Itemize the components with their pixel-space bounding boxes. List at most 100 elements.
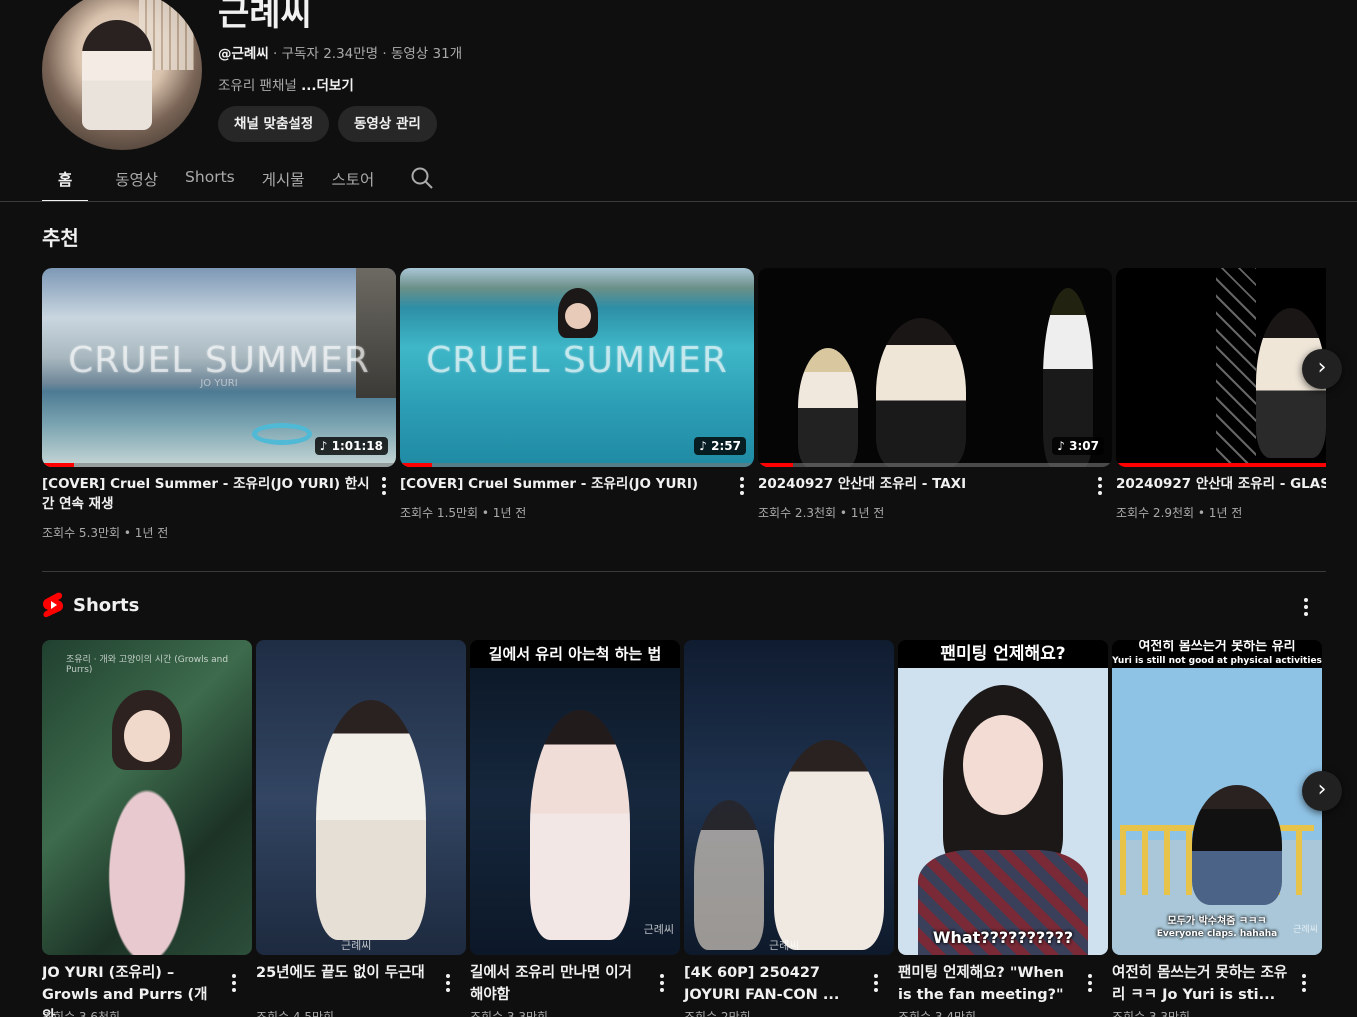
shorts-header: Shorts (42, 592, 139, 618)
short-top-caption: 길에서 유리 아는척 하는 법 (470, 640, 680, 668)
more-link[interactable]: ...더보기 (301, 78, 354, 94)
video-title[interactable]: [COVER] Cruel Summer - 조유리(JO YURI) 한시간 … (42, 474, 372, 514)
shorts-more-options-icon[interactable] (1303, 598, 1309, 616)
video-card[interactable]: CRUEL SUMMER JO YURI ♪ 1:01:18 [COVER] C… (42, 268, 398, 540)
channel-meta: @근례씨 · 구독자 2.34만명 · 동영상 31개 (218, 42, 462, 62)
dancer-figure (798, 348, 858, 467)
more-options-icon[interactable] (739, 477, 745, 495)
short-card[interactable]: 조유리 · 개와 고양이의 시간 (Growls and Purrs) JO Y… (42, 640, 252, 1017)
person-face (565, 303, 591, 329)
more-options-icon[interactable] (1301, 974, 1307, 992)
tab-home[interactable]: 홈 (42, 158, 89, 202)
duration-badge: ♪ 2:57 (694, 437, 746, 455)
manage-videos-button[interactable]: 동영상 관리 (338, 106, 437, 142)
thumbnail-overlay-text: CRUEL SUMMER (426, 340, 728, 381)
watch-progress-fill (42, 463, 74, 467)
video-thumbnail[interactable]: ♪ 3:07 (758, 268, 1112, 467)
watch-progress-fill (758, 463, 794, 467)
video-thumbnail[interactable]: CRUEL SUMMER JO YURI ♪ 1:01:18 (42, 268, 396, 467)
short-thumbnail[interactable]: 팬미팅 언제해요? What?????????? (898, 640, 1108, 955)
more-options-icon[interactable] (873, 974, 879, 992)
duration-text: 1:01:18 (331, 439, 383, 453)
short-thumbnail[interactable]: 근례씨 (256, 640, 466, 955)
duration-text: 2:57 (711, 439, 741, 453)
tab-shorts[interactable]: Shorts (185, 158, 235, 202)
short-title[interactable]: 여전히 몸쓰는거 못하는 조유리 ㅋㅋ Jo Yuri is sti... (1112, 962, 1292, 1006)
video-meta: 조회수 1.5만회 • 1년 전 (400, 506, 527, 520)
short-card[interactable]: 팬미팅 언제해요? What?????????? 팬미팅 언제해요? "When… (898, 640, 1108, 1017)
video-card[interactable]: CRUEL SUMMER ♪ 2:57 [COVER] Cruel Summer… (400, 268, 756, 520)
shorts-row: 조유리 · 개와 고양이의 시간 (Growls and Purrs) JO Y… (42, 640, 1326, 1017)
short-title[interactable]: 길에서 조유리 만나면 이거 해야함 (470, 962, 650, 1006)
tab-videos[interactable]: 동영상 (115, 158, 158, 202)
shorts-logo-icon (43, 592, 63, 618)
more-options-icon[interactable] (659, 974, 665, 992)
short-bottom-caption-sub: Everyone claps. hahaha (1156, 929, 1278, 939)
video-thumbnail[interactable]: CRUEL SUMMER ♪ 2:57 (400, 268, 754, 467)
watch-progress-fill (400, 463, 432, 467)
duration-text: 3:07 (1069, 439, 1099, 453)
video-meta: 조회수 2.9천회 • 1년 전 (1116, 506, 1243, 520)
person-face (963, 715, 1043, 815)
tab-store[interactable]: 스토어 (332, 158, 375, 202)
channel-description-text: 조유리 팬채널 (218, 78, 302, 94)
short-watermark: 근례씨 (341, 939, 372, 952)
avatar-figure (82, 20, 152, 130)
short-title[interactable]: 팬미팅 언제해요? "When is the fan meeting?" (898, 962, 1078, 1006)
thumbnail-overlay-subtext: JO YURI (200, 378, 238, 389)
short-card[interactable]: 여전히 몸쓰는거 못하는 유리 Yuri is still not good a… (1112, 640, 1322, 1017)
channel-description[interactable]: 조유리 팬채널 ...더보기 (218, 74, 354, 94)
video-title[interactable]: [COVER] Cruel Summer - 조유리(JO YURI) (400, 474, 730, 494)
video-thumbnail[interactable] (1116, 268, 1326, 467)
video-card[interactable]: ♪ 3:07 20240927 안산대 조유리 - TAXI 조회수 2.3천회… (758, 268, 1114, 520)
short-card[interactable]: 근례씨 [4K 60P] 250427 JOYURI FAN-CON ... 조… (684, 640, 894, 1017)
short-thumbnail[interactable]: 근례씨 (684, 640, 894, 955)
short-thumbnail[interactable]: 여전히 몸쓰는거 못하는 유리 Yuri is still not good a… (1112, 640, 1322, 955)
shorts-next-arrow-button[interactable]: › (1302, 771, 1342, 811)
short-bottom-caption: 모두가 박수쳐줌 ㅋㅋㅋ (1167, 916, 1267, 927)
more-options-icon[interactable] (381, 477, 387, 495)
recommended-row: CRUEL SUMMER JO YURI ♪ 1:01:18 [COVER] C… (42, 268, 1326, 558)
video-title[interactable]: 20240927 안산대 조유리 - TAXI (758, 474, 1088, 494)
short-top-caption: 여전히 몸쓰는거 못하는 유리 Yuri is still not good a… (1112, 640, 1322, 668)
person-figure (1192, 785, 1282, 905)
tabs-divider (0, 201, 1357, 202)
short-thumbnail[interactable]: 길에서 유리 아는척 하는 법 근례씨 (470, 640, 680, 955)
short-top-caption-sub: Yuri is still not good at physical activ… (1112, 656, 1322, 666)
channel-handle: @근례씨 (218, 46, 269, 62)
more-options-icon[interactable] (231, 974, 237, 992)
short-bottom-caption: What?????????? (932, 928, 1074, 947)
watch-progress (1116, 463, 1326, 467)
channel-stats: · 구독자 2.34만명 · 동영상 31개 (268, 46, 463, 62)
tab-posts[interactable]: 게시물 (262, 158, 305, 202)
short-title[interactable]: 25년에도 끝도 없이 두근대 (256, 962, 436, 984)
short-thumbnail[interactable]: 조유리 · 개와 고양이의 시간 (Growls and Purrs) (42, 640, 252, 955)
video-title[interactable]: 20240927 안산대 조유리 - GLASSY (1116, 474, 1326, 494)
video-meta: 조회수 2.3천회 • 1년 전 (758, 506, 885, 520)
more-options-icon[interactable] (445, 974, 451, 992)
shorts-title: Shorts (73, 594, 140, 616)
short-meta: 조회수 4.5만회 (256, 1010, 335, 1017)
short-title[interactable]: [4K 60P] 250427 JOYURI FAN-CON ... (684, 962, 864, 1006)
performer-figure (774, 740, 884, 950)
more-options-icon[interactable] (1087, 974, 1093, 992)
performer-figure (876, 318, 966, 467)
video-card[interactable]: 20240927 안산대 조유리 - GLASSY 조회수 2.9천회 • 1년… (1116, 268, 1326, 520)
channel-tabs: 홈 동영상 Shorts 게시물 스토어 (42, 158, 401, 202)
next-arrow-button[interactable]: › (1302, 349, 1342, 389)
channel-avatar[interactable] (42, 0, 202, 150)
duration-badge: ♪ 3:07 (1052, 437, 1104, 455)
short-watermark: 조유리 · 개와 고양이의 시간 (Growls and Purrs) (66, 655, 229, 675)
recommended-title: 추천 (42, 226, 79, 250)
more-options-icon[interactable] (1097, 477, 1103, 495)
short-meta: 조회수 3.3만회 (1112, 1010, 1191, 1017)
thumbnail-overlay-text: CRUEL SUMMER (68, 340, 370, 381)
short-card[interactable]: 길에서 유리 아는척 하는 법 근례씨 길에서 조유리 만나면 이거 해야함 조… (470, 640, 680, 1017)
watch-progress (758, 463, 1112, 467)
short-meta: 조회수 2만회 (684, 1010, 751, 1017)
watch-progress-fill (1116, 463, 1326, 467)
short-card[interactable]: 근례씨 25년에도 끝도 없이 두근대 조회수 4.5만회 (256, 640, 466, 1017)
customize-channel-button[interactable]: 채널 맞춤설정 (218, 106, 330, 142)
float-ring (252, 423, 312, 445)
search-icon[interactable] (410, 166, 434, 190)
